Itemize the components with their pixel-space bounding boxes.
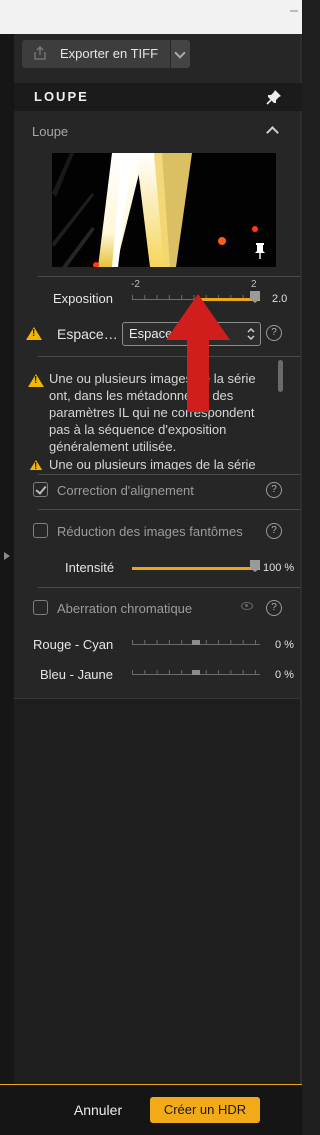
loupe-header[interactable]: LOUPE (14, 83, 302, 111)
preview-pin-icon[interactable] (254, 243, 266, 259)
section-divider (38, 509, 300, 510)
intensity-slider-thumb[interactable] (250, 560, 260, 572)
chevron-down-icon (174, 47, 186, 59)
red-cyan-slider[interactable] (132, 636, 260, 646)
warning-scrollbar[interactable] (278, 360, 283, 392)
share-icon (34, 46, 46, 60)
export-tiff-button[interactable]: Exporter en TIFF (22, 40, 170, 68)
warning-icon (28, 460, 44, 470)
intensity-label: Intensité (65, 560, 115, 575)
warning-icon (26, 327, 42, 340)
panel-right-edge (300, 34, 302, 1084)
alignment-checkbox[interactable] (33, 482, 48, 497)
ghost-reduction-checkbox[interactable] (33, 523, 48, 538)
aberration-checkbox[interactable] (33, 600, 48, 615)
section-divider (38, 587, 300, 588)
exposure-max-label: 2 (251, 279, 257, 290)
red-cyan-slider-thumb[interactable] (192, 640, 200, 645)
spacing-help-icon[interactable]: ? (266, 325, 282, 341)
expand-arrow-icon[interactable] (4, 552, 10, 560)
ghost-reduction-help-icon[interactable]: ? (266, 523, 282, 539)
warning-message: Une ou plusieurs images de la série ont,… (49, 371, 256, 454)
panel-empty-area (14, 698, 302, 1085)
cancel-button[interactable]: Annuler (64, 1097, 132, 1123)
exposure-slider-thumb[interactable] (250, 291, 260, 303)
exposure-value: 2.0 (272, 293, 288, 305)
loupe-preview-image[interactable] (52, 153, 276, 267)
blue-yellow-value: 0 % (275, 669, 294, 681)
exposure-label: Exposition (53, 291, 113, 306)
section-divider (38, 474, 300, 475)
intensity-slider-fill (132, 567, 260, 570)
spacing-label: Espace… (57, 326, 118, 342)
alignment-label: Correction d'alignement (57, 483, 194, 498)
red-annotation-arrow-icon (166, 294, 230, 412)
warning-message-list[interactable]: Une ou plusieurs images de la série ont,… (26, 370, 278, 470)
ghost-reduction-label: Réduction des images fantômes (57, 524, 243, 539)
blue-yellow-label: Bleu - Jaune (40, 667, 113, 682)
loupe-header-title: LOUPE (34, 89, 89, 104)
top-bar-mark (290, 4, 298, 12)
blue-yellow-slider-thumb[interactable] (192, 670, 200, 675)
red-cyan-label: Rouge - Cyan (33, 637, 114, 652)
aberration-help-icon[interactable]: ? (266, 600, 282, 616)
create-hdr-button[interactable]: Créer un HDR (150, 1097, 260, 1123)
updown-chevron-icon (247, 327, 255, 341)
section-divider (38, 276, 300, 277)
preview-artwork (52, 153, 276, 267)
alignment-help-icon[interactable]: ? (266, 482, 282, 498)
intensity-value: 100 % (263, 562, 295, 574)
warning-icon (28, 374, 44, 387)
loupe-section-title: Loupe (32, 124, 69, 139)
intensity-slider[interactable] (132, 560, 260, 572)
red-cyan-value: 0 % (275, 639, 294, 651)
warning-message: Une ou plusieurs images de la série (49, 457, 256, 470)
aberration-label: Aberration chromatique (57, 601, 193, 616)
export-dropdown-button[interactable] (171, 40, 190, 68)
pin-icon[interactable] (266, 89, 282, 105)
window-top-bar (0, 0, 302, 34)
eye-icon[interactable] (241, 602, 253, 610)
blue-yellow-slider[interactable] (132, 666, 260, 676)
exposure-min-label: -2 (131, 279, 140, 290)
export-label: Exporter en TIFF (60, 46, 159, 61)
